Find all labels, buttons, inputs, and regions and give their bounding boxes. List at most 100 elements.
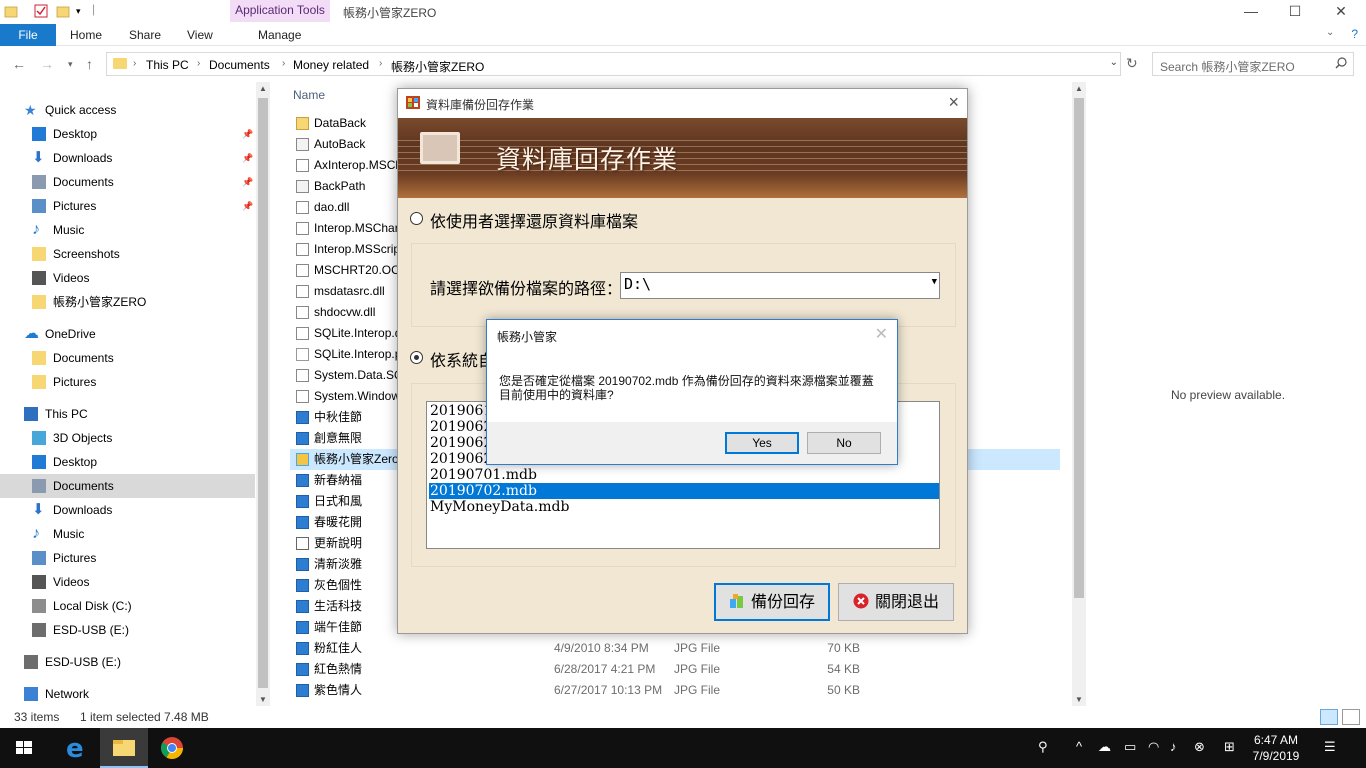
breadcrumb-current-folder[interactable]: 帳務小管家ZERO bbox=[391, 58, 484, 75]
file-row[interactable]: 紫色情人 6/27/2017 10:13 PM JPG File 50 KB bbox=[290, 680, 1060, 701]
search-input[interactable]: Search 帳務小管家ZERO bbox=[1152, 52, 1354, 76]
nav-scrollbar[interactable]: ▲ ▼ bbox=[256, 82, 270, 706]
file-explorer-taskbar-icon[interactable] bbox=[100, 728, 148, 768]
exit-button[interactable]: 關閉退出 bbox=[838, 583, 954, 621]
breadcrumb-money-related[interactable]: Money related bbox=[293, 58, 369, 72]
pin-icon[interactable]: 📌 bbox=[242, 170, 253, 194]
chevron-right-icon[interactable]: › bbox=[282, 58, 285, 69]
nav-item[interactable]: Desktop bbox=[0, 450, 255, 474]
file-list-scrollbar[interactable]: ▲ ▼ bbox=[1072, 82, 1086, 706]
nav-item[interactable]: ESD-USB (E:) bbox=[0, 618, 255, 642]
breadcrumb-documents[interactable]: Documents bbox=[209, 58, 270, 72]
scrollbar-thumb[interactable] bbox=[258, 98, 268, 688]
people-icon[interactable]: ⚲ bbox=[1038, 739, 1048, 755]
pin-icon[interactable]: 📌 bbox=[242, 194, 253, 218]
nav-item[interactable]: ⬇ Downloads bbox=[0, 498, 255, 522]
nav-item[interactable]: Screenshots bbox=[0, 242, 255, 266]
scrollbar-thumb[interactable] bbox=[1074, 98, 1084, 598]
input-method-icon[interactable]: ⊞ bbox=[1224, 739, 1235, 755]
pin-icon[interactable]: 📌 bbox=[242, 122, 253, 146]
battery-icon[interactable]: ▭ bbox=[1124, 739, 1136, 755]
breadcrumb-this-pc[interactable]: This PC bbox=[146, 58, 189, 72]
file-row[interactable]: 粉紅佳人 4/9/2010 8:34 PM JPG File 70 KB bbox=[290, 638, 1060, 659]
large-icons-view-icon[interactable] bbox=[1342, 709, 1360, 725]
chevron-down-icon[interactable]: ▼ bbox=[932, 277, 937, 287]
new-folder-icon[interactable] bbox=[56, 4, 70, 18]
file-row[interactable]: 紅色熱情 6/28/2017 4:21 PM JPG File 54 KB bbox=[290, 659, 1060, 680]
customize-toolbar-icon[interactable]: ▾ bbox=[76, 6, 90, 20]
volume-icon[interactable]: ♪ bbox=[1170, 739, 1177, 754]
nav-item[interactable]: ☁ OneDrive bbox=[0, 322, 255, 346]
nav-item[interactable]: Documents bbox=[0, 474, 255, 498]
nav-item[interactable]: Documents bbox=[0, 346, 255, 370]
chevron-right-icon[interactable]: › bbox=[379, 58, 382, 69]
yes-button[interactable]: Yes bbox=[725, 432, 799, 454]
nav-item[interactable]: ESD-USB (E:) bbox=[0, 650, 255, 674]
column-header-name[interactable]: Name bbox=[293, 88, 325, 102]
forward-arrow-icon[interactable]: → bbox=[40, 56, 54, 72]
up-arrow-icon[interactable]: ↑ bbox=[86, 56, 93, 72]
address-bar[interactable]: › This PC › Documents › Money related › … bbox=[106, 52, 1121, 76]
tab-home[interactable]: Home bbox=[70, 28, 102, 42]
recent-locations-icon[interactable]: ▾ bbox=[68, 59, 73, 70]
restore-system-label[interactable]: 依系統自 bbox=[430, 347, 494, 371]
nav-item[interactable]: ★ Quick access bbox=[0, 98, 255, 122]
nav-item[interactable]: ⬇ Downloads 📌 bbox=[0, 146, 255, 170]
chevron-right-icon[interactable]: › bbox=[133, 58, 136, 69]
properties-check-icon[interactable] bbox=[34, 4, 48, 18]
listbox-item[interactable]: 20190701.mdb bbox=[429, 467, 939, 483]
help-icon[interactable]: ? bbox=[1351, 27, 1358, 41]
restore-system-radio[interactable] bbox=[410, 351, 423, 364]
nav-item[interactable]: Pictures bbox=[0, 546, 255, 570]
nav-item[interactable]: ♪ Music bbox=[0, 522, 255, 546]
address-dropdown-icon[interactable]: ⌄ bbox=[1110, 57, 1118, 68]
nav-item[interactable]: Desktop 📌 bbox=[0, 122, 255, 146]
scroll-up-icon[interactable]: ▲ bbox=[1075, 84, 1083, 93]
back-arrow-icon[interactable]: ← bbox=[12, 56, 26, 72]
close-button[interactable]: ✕ bbox=[1318, 0, 1364, 24]
nav-item[interactable]: 帳務小管家ZERO bbox=[0, 290, 255, 314]
taskbar-clock[interactable]: 6:47 AM 7/9/2019 bbox=[1240, 732, 1312, 764]
nav-item[interactable]: Videos bbox=[0, 570, 255, 594]
tab-view[interactable]: View bbox=[187, 28, 213, 42]
backup-path-combobox[interactable]: D:\ ▼ bbox=[620, 272, 940, 299]
onedrive-cloud-icon[interactable]: ☁ bbox=[1098, 739, 1111, 755]
listbox-item[interactable]: MyMoneyData.mdb bbox=[429, 499, 939, 515]
details-view-icon[interactable] bbox=[1320, 709, 1338, 725]
nav-item[interactable]: This PC bbox=[0, 402, 255, 426]
nav-item[interactable]: Pictures 📌 bbox=[0, 194, 255, 218]
restore-user-select-radio[interactable] bbox=[410, 212, 423, 225]
listbox-item[interactable]: 20190702.mdb bbox=[429, 483, 939, 499]
show-hidden-icons-icon[interactable]: ^ bbox=[1076, 739, 1082, 754]
tab-share[interactable]: Share bbox=[129, 28, 161, 42]
pin-icon[interactable]: 📌 bbox=[242, 146, 253, 170]
nav-item[interactable]: Videos bbox=[0, 266, 255, 290]
windows-start-icon[interactable] bbox=[0, 728, 48, 768]
close-icon[interactable]: ✕ bbox=[875, 324, 888, 344]
scroll-up-icon[interactable]: ▲ bbox=[259, 84, 267, 93]
close-icon[interactable]: × bbox=[948, 92, 959, 113]
chrome-browser-icon[interactable] bbox=[148, 728, 196, 768]
nav-item[interactable]: Network bbox=[0, 682, 255, 706]
tab-manage[interactable]: Manage bbox=[258, 28, 301, 42]
tab-file[interactable]: File bbox=[0, 24, 56, 46]
ribbon-expand-icon[interactable]: ⌄ bbox=[1326, 27, 1334, 38]
edge-browser-icon[interactable]: e bbox=[52, 728, 100, 768]
status-x-icon[interactable]: ⊗ bbox=[1194, 739, 1205, 755]
restore-user-select-label[interactable]: 依使用者選擇還原資料庫檔案 bbox=[430, 208, 638, 232]
maximize-button[interactable]: ☐ bbox=[1272, 0, 1318, 24]
scroll-down-icon[interactable]: ▼ bbox=[259, 695, 267, 704]
nav-item[interactable]: Local Disk (C:) bbox=[0, 594, 255, 618]
nav-item[interactable]: ♪ Music bbox=[0, 218, 255, 242]
wifi-icon[interactable]: ◠ bbox=[1148, 739, 1159, 755]
scroll-down-icon[interactable]: ▼ bbox=[1075, 695, 1083, 704]
nav-item[interactable]: 3D Objects bbox=[0, 426, 255, 450]
minimize-button[interactable]: — bbox=[1228, 0, 1274, 24]
action-center-icon[interactable]: ☰ bbox=[1324, 739, 1336, 755]
no-button[interactable]: No bbox=[807, 432, 881, 454]
restore-button[interactable]: 備份回存 bbox=[714, 583, 830, 621]
refresh-icon[interactable]: ↻ bbox=[1126, 55, 1138, 72]
chevron-right-icon[interactable]: › bbox=[197, 58, 200, 69]
nav-item[interactable]: Documents 📌 bbox=[0, 170, 255, 194]
nav-item[interactable]: Pictures bbox=[0, 370, 255, 394]
